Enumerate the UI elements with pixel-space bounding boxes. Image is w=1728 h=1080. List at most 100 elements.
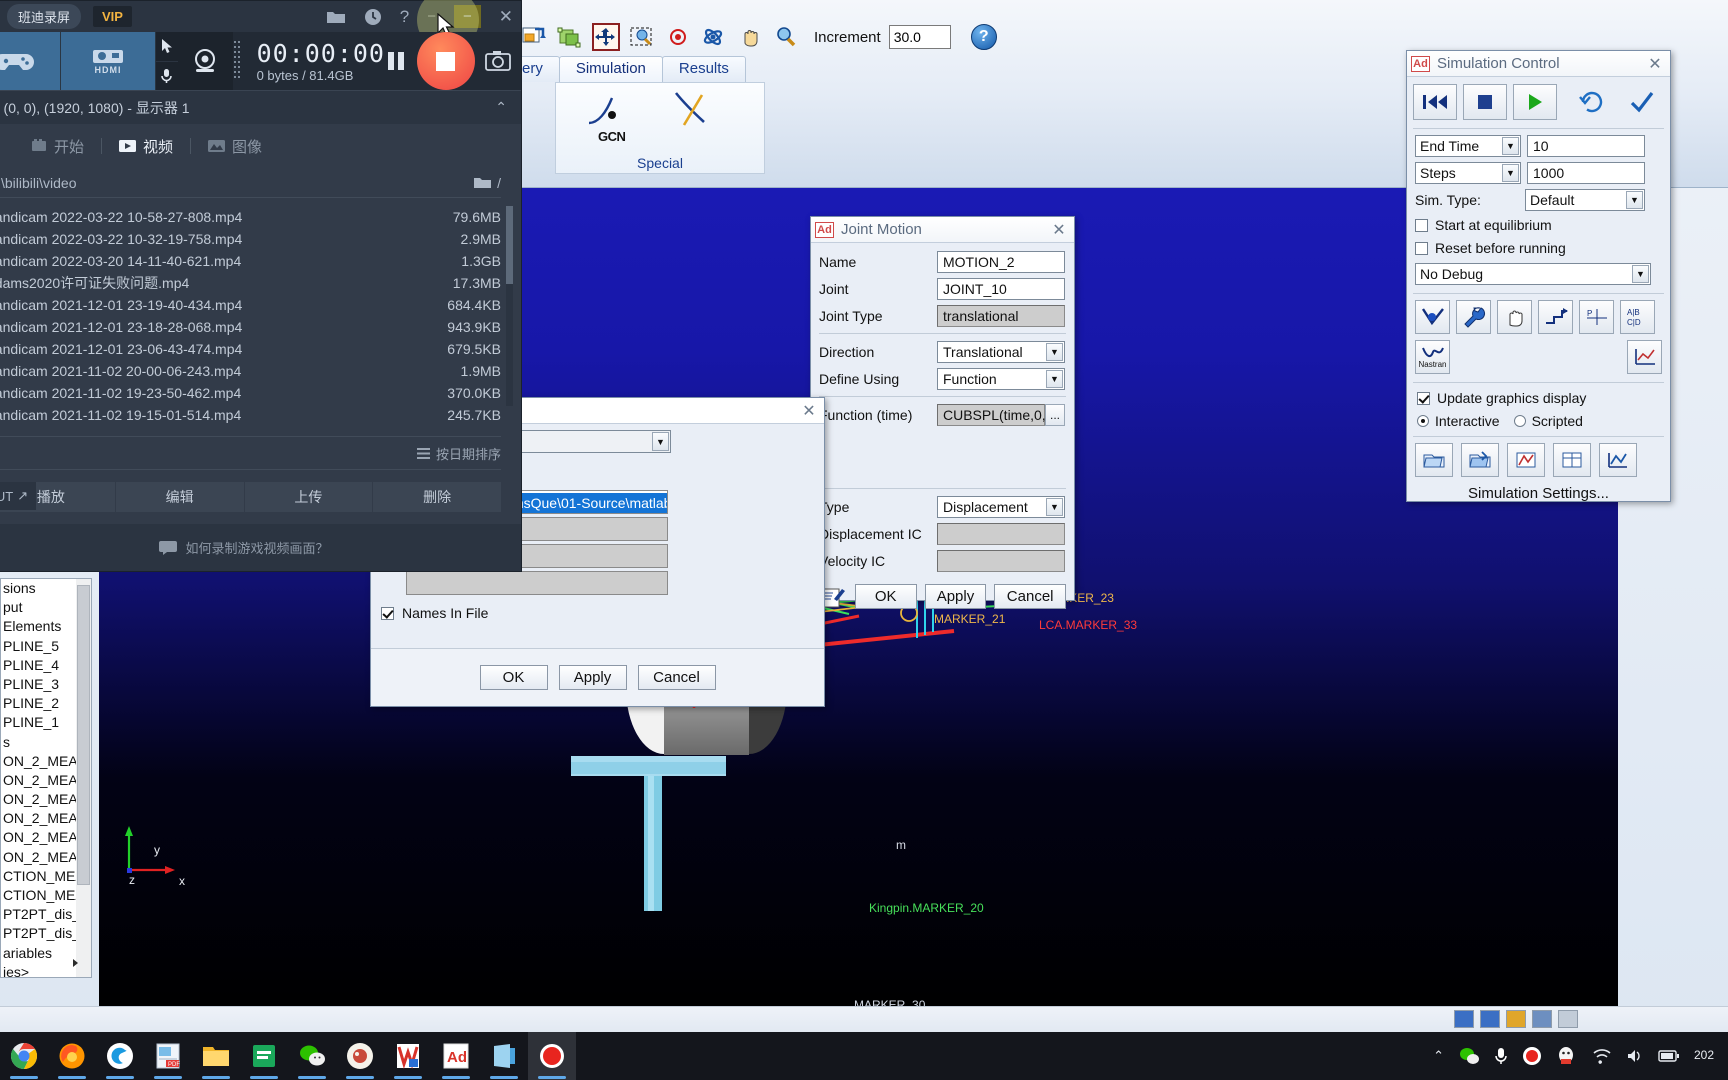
spline-curve-icon[interactable] [586, 93, 636, 129]
firefox-icon[interactable] [48, 1032, 96, 1080]
velocity-ic-field[interactable] [937, 550, 1065, 572]
file-list-item[interactable]: bandicam 2021-11-02 19-15-01-514.mp4 245.… [0, 404, 501, 426]
simulation-settings-link[interactable]: Simulation Settings... [1407, 485, 1670, 502]
file-list-item[interactable]: bandicam 2021-12-01 23-19-40-434.mp4 684.… [0, 294, 501, 316]
function-builder-button[interactable]: ... [1045, 404, 1065, 426]
tab-results[interactable]: Results [661, 56, 746, 82]
onenote-icon[interactable] [480, 1032, 528, 1080]
tree-scrollbar[interactable] [76, 579, 91, 977]
close-icon[interactable]: ✕ [798, 401, 820, 421]
minimize-icon[interactable]: − [427, 8, 436, 25]
dynamic-rotate-icon[interactable] [700, 23, 728, 51]
expand-icon[interactable]: ↗ [17, 488, 28, 504]
sim-type-combo[interactable]: Default ▼ [1525, 189, 1645, 211]
function-time-field[interactable]: CUBSPL(time,0, [937, 404, 1046, 426]
displacement-ic-field[interactable] [937, 523, 1065, 545]
battery-tray-icon[interactable] [1658, 1049, 1680, 1063]
volume-tray-icon[interactable] [1626, 1047, 1644, 1065]
statusbar-icons[interactable] [1454, 1010, 1578, 1028]
edit-button[interactable]: 编辑 [115, 482, 245, 512]
file-list-item[interactable]: bandicam 2021-11-02 20-00-06-243.mp4 1.9M… [0, 360, 501, 382]
clock[interactable]: 202 [1694, 1048, 1714, 1063]
save-folder-icon[interactable] [1461, 443, 1499, 477]
adams-icon[interactable]: Ad [432, 1032, 480, 1080]
rewind-to-start-icon[interactable] [1413, 84, 1457, 120]
names-in-file-row[interactable]: Names In File [381, 605, 814, 621]
pause-icon[interactable] [385, 49, 407, 73]
status-icon-2[interactable] [1480, 1010, 1500, 1028]
bandicam-icon[interactable] [528, 1032, 576, 1080]
abcd-matrix-icon[interactable]: A|B C|D [1620, 300, 1655, 334]
reset-before-running-row[interactable]: Reset before running [1415, 240, 1662, 256]
open-folder-icon[interactable] [1415, 443, 1453, 477]
tree-expand-arrow-icon[interactable] [73, 959, 78, 967]
bandicam-small-toggles[interactable] [155, 32, 178, 90]
status-icon-5[interactable] [1558, 1010, 1578, 1028]
bandicam-control-row[interactable]: HDMI 00:00:00 0 bytes / 81.4GB [0, 32, 521, 90]
status-icon-1[interactable] [1454, 1010, 1474, 1028]
center-view-icon[interactable] [664, 23, 692, 51]
adams-view-toolbar[interactable]: Increment ? [520, 18, 997, 56]
bandicam-tray-icon[interactable] [1522, 1046, 1542, 1066]
chevron-down-icon[interactable]: ▼ [652, 432, 669, 451]
start-at-equilibrium-row[interactable]: Start at equilibrium [1415, 217, 1662, 233]
reset-before-running-checkbox[interactable] [1415, 241, 1428, 255]
file-explorer-icon[interactable] [192, 1032, 240, 1080]
microphone-icon[interactable] [155, 61, 178, 90]
increment-input[interactable] [888, 25, 951, 49]
status-icon-4[interactable] [1532, 1010, 1552, 1028]
file-list-item[interactable]: bandicam 2021-12-01 23-18-28-068.mp4 943.… [0, 316, 501, 338]
translate-icon[interactable] [592, 23, 620, 51]
wechat-icon[interactable] [288, 1032, 336, 1080]
webcam-icon[interactable] [177, 32, 233, 90]
measure-icon[interactable] [1507, 443, 1545, 477]
screenshot-camera-icon[interactable] [485, 50, 511, 72]
plot-valley-icon[interactable] [1415, 300, 1450, 334]
apply-button[interactable]: Apply [924, 584, 987, 609]
zoom-icon[interactable] [772, 23, 800, 51]
help-icon[interactable]: ? [400, 7, 409, 27]
steps-value[interactable]: 1000 [1527, 162, 1645, 184]
type-combo[interactable]: Displacement ▼ [937, 496, 1065, 518]
device-recording-mode-button[interactable]: HDMI [61, 32, 156, 90]
ok-button[interactable]: OK [854, 584, 917, 609]
game-recording-mode-button[interactable] [0, 32, 62, 90]
help-icon[interactable]: ? [970, 24, 997, 50]
network-tray-icon[interactable] [1592, 1047, 1612, 1065]
spline-dialog-buttons[interactable]: OK Apply Cancel [371, 648, 824, 706]
pan-hand-icon[interactable] [736, 23, 764, 51]
plot-icon[interactable] [1599, 443, 1637, 477]
simulation-control-dialog[interactable]: Ad Simulation Control ✕ End Time ▼ 10 St… [1406, 50, 1671, 502]
hand-icon[interactable] [1497, 300, 1532, 334]
view-rotate-icon[interactable] [520, 23, 548, 51]
joint-motion-dialog[interactable]: Ad Joint Motion ✕ Name MOTION_2 Joint JO… [810, 216, 1075, 609]
bandicam-sort-row[interactable]: 按日期排序 [0, 436, 501, 470]
chart-axis-icon[interactable] [1627, 340, 1662, 374]
windows-taskbar[interactable]: PDF Ad ⌃ 202 [0, 1032, 1728, 1080]
interactive-radio[interactable] [1417, 415, 1429, 427]
wrench-icon[interactable] [1456, 300, 1491, 334]
chevron-down-icon[interactable]: ▼ [1626, 191, 1643, 209]
file-list-item[interactable]: bandicam 2022-03-20 14-11-40-621.mp4 1.3G… [0, 250, 501, 272]
bandicam-file-list[interactable]: bandicam 2022-03-22 10-58-27-808.mp4 79.6… [0, 206, 513, 426]
simulation-tools-row-2[interactable]: Nastran [1407, 334, 1670, 374]
sort-label[interactable]: 按日期排序 [436, 444, 501, 463]
folder-open-icon[interactable] [474, 176, 492, 189]
cancel-button[interactable]: Cancel [637, 665, 716, 690]
simulation-bottom-tools[interactable] [1407, 437, 1670, 477]
close-icon[interactable]: ✕ [1048, 220, 1070, 240]
table-icon[interactable] [1553, 443, 1591, 477]
play-icon[interactable] [1513, 84, 1557, 120]
bandicam-action-buttons[interactable]: 播放 编辑 上传 删除 [0, 482, 501, 512]
apply-button[interactable]: Apply [558, 665, 627, 690]
end-time-combo[interactable]: End Time ▼ [1415, 135, 1521, 157]
hint-label[interactable]: 如何录制游戏视频画面？ [185, 538, 328, 557]
cursor-icon[interactable] [155, 32, 178, 62]
bandicam-hint[interactable]: 如何录制游戏视频画面？ [0, 538, 521, 557]
zoom-box-icon[interactable] [628, 23, 656, 51]
joint-field[interactable]: JOINT_10 [937, 278, 1065, 300]
sogou-browser-icon[interactable] [96, 1032, 144, 1080]
bandicam-target-bar[interactable]: 〉- (0, 0), (1920, 1080) - 显示器 1 ⌃ [0, 90, 521, 124]
bandicam-window[interactable]: 班迪录屏 VIP ? − − ✕ HDMI 00:00:00 0 bytes /… [0, 0, 522, 572]
maximize-icon[interactable]: − [453, 5, 481, 28]
